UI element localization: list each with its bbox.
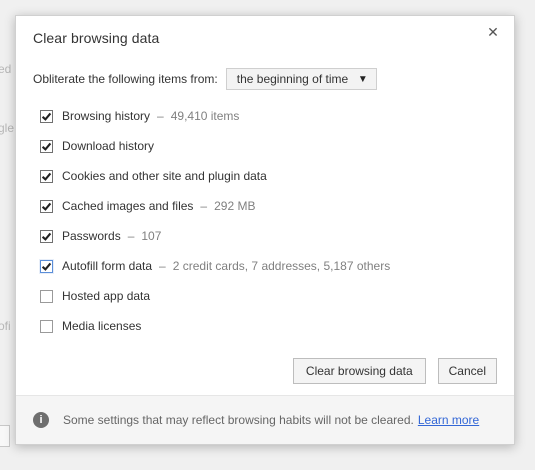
background-text-fragment: ofi <box>0 319 11 333</box>
detail-separator: – <box>127 229 135 243</box>
option-hosted-app-data[interactable]: Hosted app data <box>40 281 500 311</box>
time-range-select[interactable]: the beginning of time ▼ <box>225 68 377 90</box>
option-label: Browsing history <box>62 109 151 123</box>
info-icon: i <box>33 412 49 428</box>
time-range-selected-value: the beginning of time <box>236 72 349 86</box>
option-label: Download history <box>62 139 155 153</box>
checkbox-cached-images[interactable] <box>40 199 53 213</box>
option-label: Cookies and other site and plugin data <box>62 169 267 183</box>
obliterate-row: Obliterate the following items from: the… <box>33 68 377 90</box>
check-icon <box>41 262 52 271</box>
option-passwords[interactable]: Passwords – 107 <box>40 221 500 251</box>
option-cookies[interactable]: Cookies and other site and plugin data <box>40 161 500 191</box>
option-detail: 2 credit cards, 7 addresses, 5,187 other… <box>172 259 391 273</box>
clear-browsing-data-button[interactable]: Clear browsing data <box>292 358 426 384</box>
check-icon <box>41 112 52 121</box>
checkbox-hosted-app-data[interactable] <box>40 289 53 303</box>
checkbox-autofill[interactable] <box>40 259 53 273</box>
dialog-title: Clear browsing data <box>33 30 160 46</box>
option-detail: 49,410 items <box>170 109 240 123</box>
option-autofill[interactable]: Autofill form data – 2 credit cards, 7 a… <box>40 251 500 281</box>
option-label: Cached images and files <box>62 199 194 213</box>
close-icon[interactable]: ✕ <box>484 23 502 41</box>
clear-options-list: Browsing history – 49,410 items Download… <box>40 101 500 341</box>
checkbox-browsing-history[interactable] <box>40 109 53 123</box>
background-text-fragment: gle <box>0 121 15 135</box>
option-cached-images[interactable]: Cached images and files – 292 MB <box>40 191 500 221</box>
dialog-actions: Clear browsing data Cancel <box>292 358 497 384</box>
option-detail: 292 MB <box>214 199 256 213</box>
detail-separator: – <box>200 199 208 213</box>
option-media-licenses[interactable]: Media licenses <box>40 311 500 341</box>
check-icon <box>41 232 52 241</box>
checkbox-cookies[interactable] <box>40 169 53 183</box>
option-label: Autofill form data <box>62 259 153 273</box>
background-text-fragment: ed <box>0 62 12 76</box>
option-download-history[interactable]: Download history <box>40 131 500 161</box>
background-input-fragment <box>0 425 10 447</box>
checkbox-passwords[interactable] <box>40 229 53 243</box>
check-icon <box>41 142 52 151</box>
clear-browsing-data-dialog: Clear browsing data ✕ Obliterate the fol… <box>15 15 515 445</box>
learn-more-link[interactable]: Learn more <box>418 413 479 427</box>
option-label: Passwords <box>62 229 121 243</box>
chevron-down-icon: ▼ <box>357 73 368 85</box>
checkbox-download-history[interactable] <box>40 139 53 153</box>
footer-info-text: Some settings that may reflect browsing … <box>63 413 414 427</box>
check-icon <box>41 172 52 181</box>
option-detail: 107 <box>141 229 162 243</box>
obliterate-label: Obliterate the following items from: <box>33 72 218 86</box>
info-footer: i Some settings that may reflect browsin… <box>16 395 514 444</box>
option-label: Hosted app data <box>62 289 151 303</box>
checkbox-media-licenses[interactable] <box>40 319 53 333</box>
option-label: Media licenses <box>62 319 142 333</box>
cancel-button[interactable]: Cancel <box>437 358 497 384</box>
detail-separator: – <box>159 259 166 273</box>
check-icon <box>41 202 52 211</box>
detail-separator: – <box>157 109 164 123</box>
option-browsing-history[interactable]: Browsing history – 49,410 items <box>40 101 500 131</box>
